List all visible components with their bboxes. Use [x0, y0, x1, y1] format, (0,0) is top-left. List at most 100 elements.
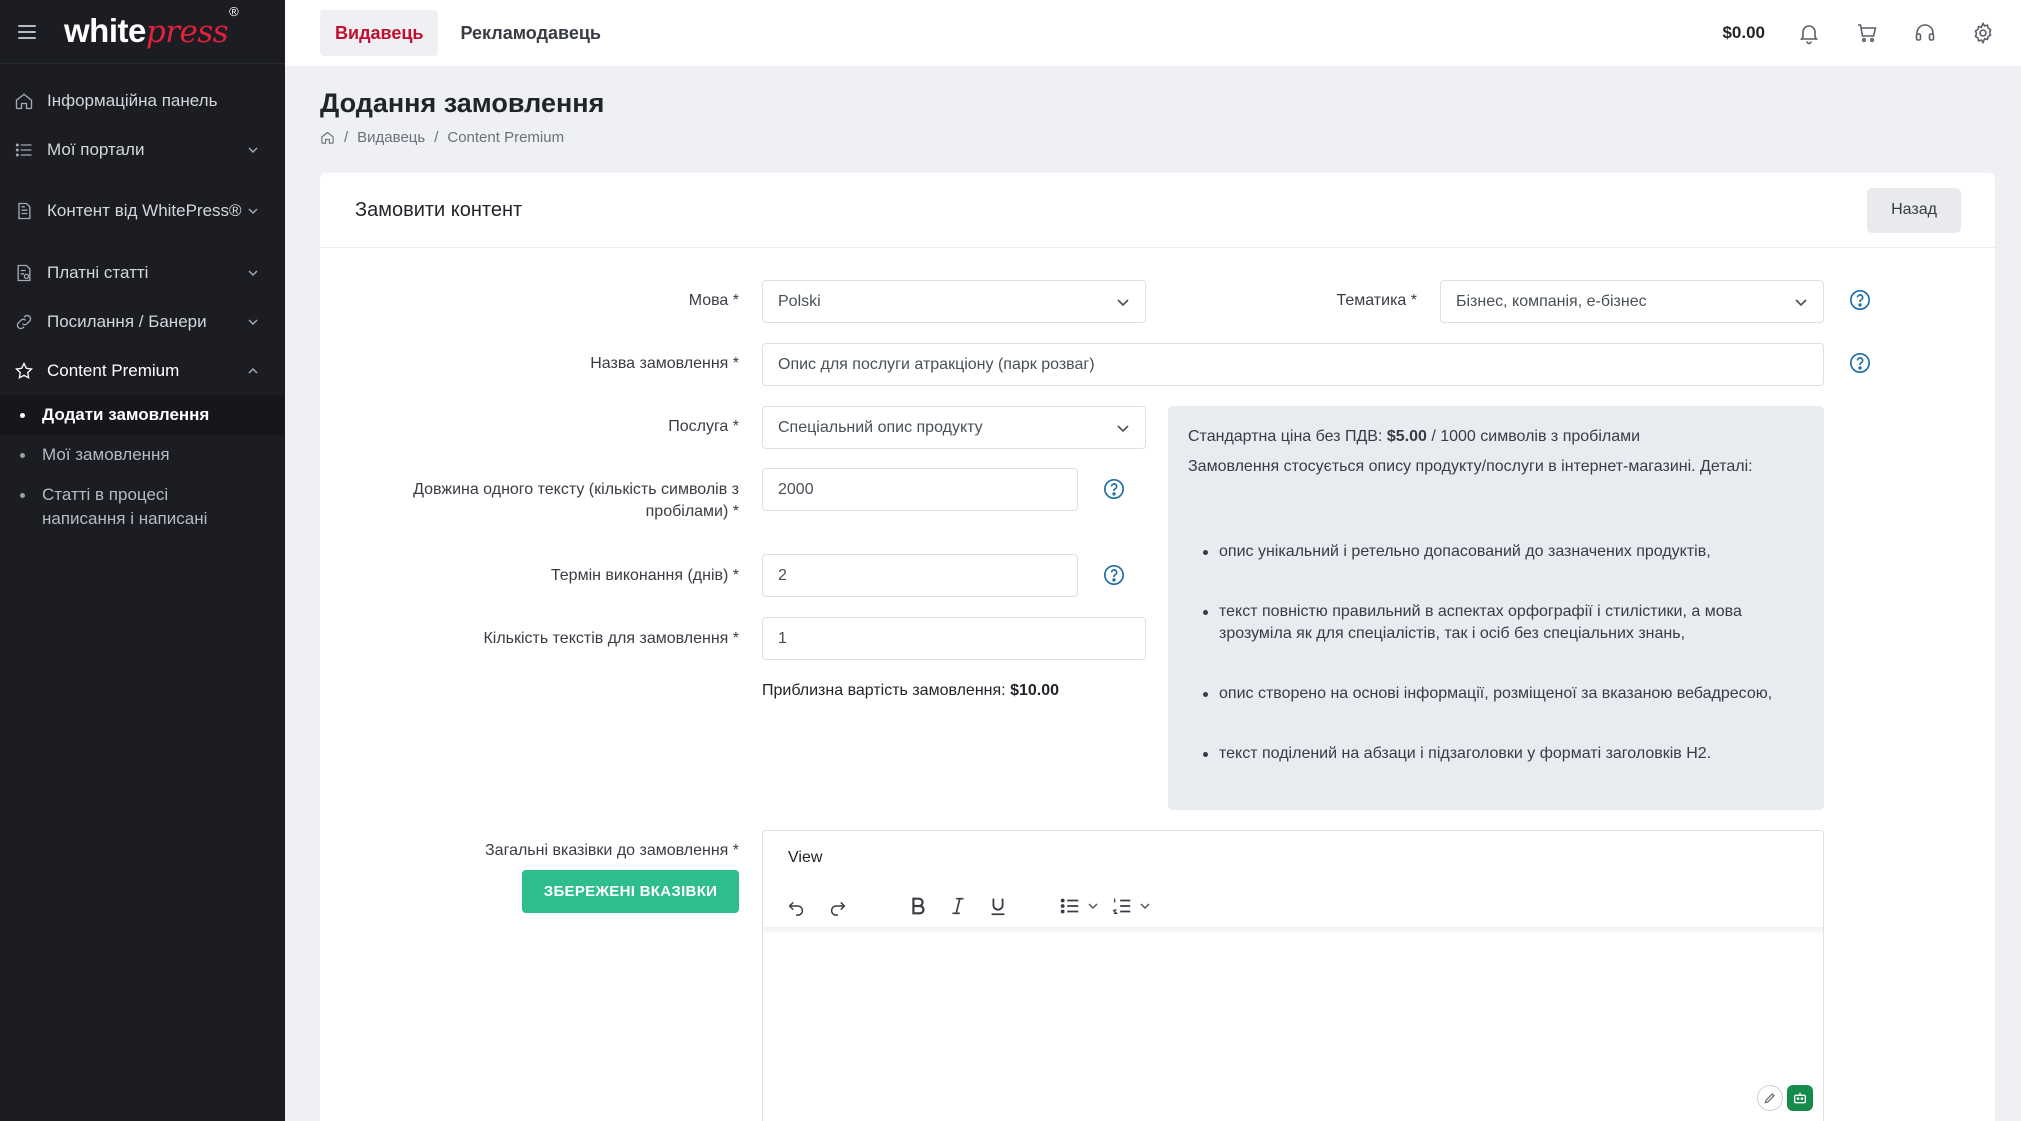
service-label: Послуга * [668, 418, 739, 435]
list-item: текст повністю правильний в аспектах орф… [1188, 601, 1804, 645]
bell-icon[interactable] [1797, 21, 1821, 45]
list-item: опис створено на основі інформації, розм… [1188, 683, 1804, 705]
sidebar-subitem-label: Мої замовлення [42, 445, 170, 464]
sidebar-item-label: Платні статті [47, 262, 149, 282]
order-name-input[interactable]: Опис для послуги атракціону (парк розваг… [762, 343, 1824, 386]
sidebar-item-my-portals[interactable]: Мої портали [0, 125, 285, 174]
sidebar-subitem-label: Додати замовлення [42, 405, 210, 424]
paid-article-icon [17, 264, 31, 281]
deadline-label: Термін виконання (днів) * [550, 567, 739, 584]
service-details-list: опис унікальний і ретельно допасований д… [1188, 541, 1804, 765]
sidebar-item-content-premium[interactable]: Content Premium [0, 346, 285, 395]
chevron-down-icon [248, 208, 258, 215]
chevron-down-icon [248, 269, 258, 276]
sidebar-subitem-label: Статті в процесі написання і написані [42, 485, 208, 528]
deadline-input[interactable]: 2 [762, 554, 1078, 597]
star-icon [15, 361, 33, 379]
editor-toolbar [783, 893, 1167, 919]
sidebar-subitem-my-orders[interactable]: Мої замовлення [0, 435, 285, 475]
cart-icon[interactable] [1855, 21, 1879, 45]
list-item: опис унікальний і ретельно допасований д… [1188, 541, 1804, 563]
bold-icon [912, 897, 925, 915]
saved-instructions-button[interactable]: ЗБЕРЕЖЕНІ ВКАЗІВКИ [522, 870, 739, 913]
sidebar-item-label: Посилання / Банери [47, 311, 207, 331]
standard-price-value: $5.00 [1386, 428, 1427, 445]
breadcrumb-separator: / [434, 129, 439, 146]
sidebar-subitem-articles-in-progress[interactable]: Статті в процесі написання і написані [0, 475, 285, 539]
help-icon[interactable] [1103, 478, 1125, 500]
bold-button[interactable] [905, 893, 931, 919]
home-icon[interactable] [320, 130, 335, 145]
deadline-value: 2 [778, 566, 787, 584]
breadcrumb-item-publisher[interactable]: Видавець [357, 129, 425, 146]
order-name-value: Опис для послуги атракціону (парк розваг… [778, 355, 1095, 373]
help-icon[interactable] [1849, 352, 1871, 374]
breadcrumb-separator: / [344, 129, 349, 146]
redo-button[interactable] [825, 893, 851, 919]
estimated-price-value: $10.00 [1010, 682, 1059, 699]
topic-select-value: Бізнес, компанія, е-бізнес [1456, 292, 1647, 310]
language-select[interactable]: Polski [762, 280, 1146, 323]
rich-text-editor[interactable]: View [762, 830, 1824, 1121]
italic-button[interactable] [945, 893, 971, 919]
service-info-box: Стандартна ціна без ПДВ: $5.00 / 1000 си… [1168, 406, 1824, 810]
sidebar-item-dashboard[interactable]: Інформаційна панель [0, 76, 285, 125]
card-title: Замовити контент [355, 198, 523, 221]
sidebar-item-links-banners[interactable]: Посилання / Банери [0, 297, 285, 346]
chevron-down-icon[interactable] [1139, 900, 1151, 912]
chevron-down-icon[interactable] [1087, 900, 1099, 912]
ai-assistant-icon[interactable] [1787, 1085, 1813, 1111]
text-length-input[interactable]: 2000 [762, 468, 1078, 511]
link-icon [16, 314, 32, 329]
estimated-price: Приблизна вартість замовлення: $10.00 [762, 682, 1059, 700]
sidebar-item-whitepress-content[interactable]: Контент від WhitePress® [0, 174, 285, 248]
tab-publisher[interactable]: Видавець [320, 10, 439, 56]
sidebar: whitepress® Інформаційна панель Мої порт… [0, 0, 285, 1121]
numbered-list-button[interactable] [1109, 893, 1135, 919]
editor-menu-view[interactable]: View [788, 849, 822, 867]
back-button[interactable]: Назад [1867, 187, 1961, 233]
text-count-value: 1 [778, 629, 787, 647]
standard-price: Стандартна ціна без ПДВ: $5.00 / 1000 си… [1188, 426, 1804, 448]
italic-icon [952, 897, 964, 915]
whitepress-logo[interactable]: whitepress® [64, 4, 239, 50]
help-icon[interactable] [1103, 564, 1125, 586]
undo-icon [788, 901, 804, 916]
service-description: Замовлення стосується опису продукту/пос… [1188, 458, 1753, 475]
headset-icon[interactable] [1913, 21, 1937, 45]
home-icon [15, 92, 33, 109]
chevron-down-icon [1795, 298, 1807, 306]
sidebar-nav: Інформаційна панель Мої портали Контент … [0, 64, 285, 539]
balance-amount[interactable]: $0.00 [1722, 23, 1765, 43]
text-length-value: 2000 [778, 480, 814, 498]
tab-advertiser[interactable]: Рекламодавець [445, 10, 615, 56]
hamburger-menu-icon[interactable] [18, 24, 36, 39]
numbered-list-icon [1112, 898, 1131, 914]
undo-button[interactable] [783, 893, 809, 919]
sidebar-header: whitepress® [0, 0, 285, 64]
bullet-list-button[interactable] [1057, 893, 1083, 919]
text-count-input[interactable]: 1 [762, 617, 1146, 660]
editor-divider [763, 927, 1823, 935]
sidebar-subitem-add-order[interactable]: Додати замовлення [0, 395, 285, 435]
topbar: Видавець Рекламодавець $0.00 [285, 0, 2021, 66]
standard-price-suffix: / 1000 символів з пробілами [1431, 428, 1641, 445]
gear-icon[interactable] [1971, 21, 1995, 45]
chevron-down-icon [248, 146, 258, 153]
card-header: Замовити контент Назад [320, 173, 1995, 248]
list-item: текст поділений на абзаци і підзаголовки… [1188, 743, 1804, 765]
service-select[interactable]: Спеціальний опис продукту [762, 406, 1146, 449]
grammar-extension-icon[interactable] [1757, 1085, 1783, 1111]
redo-icon [830, 901, 846, 916]
sidebar-item-label: Контент від WhitePress® [47, 201, 242, 220]
topic-select[interactable]: Бізнес, компанія, е-бізнес [1440, 280, 1824, 323]
topic-label: Тематика * [1336, 292, 1417, 309]
underline-button[interactable] [985, 893, 1011, 919]
sidebar-item-label: Мої портали [47, 139, 145, 159]
estimated-price-label: Приблизна вартість замовлення: [762, 682, 1006, 699]
bullet-list-icon [1060, 898, 1079, 914]
sidebar-item-label: Інформаційна панель [47, 90, 218, 110]
sidebar-item-paid-articles[interactable]: Платні статті [0, 248, 285, 297]
help-icon[interactable] [1849, 289, 1871, 311]
instructions-label: Загальні вказівки до замовлення * [485, 842, 739, 859]
